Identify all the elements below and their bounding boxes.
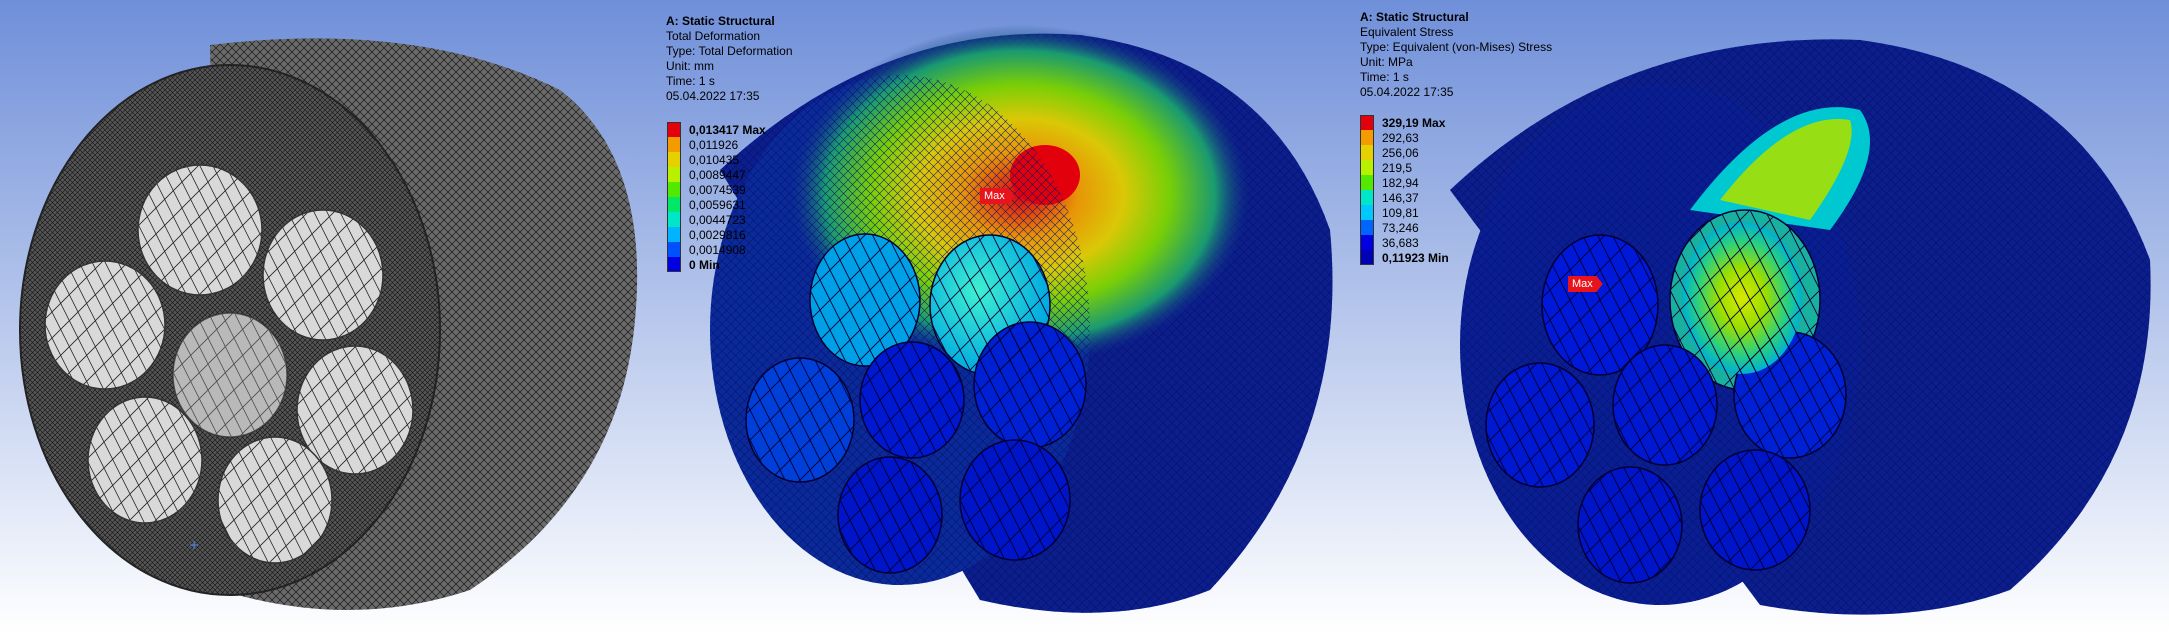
legend-swatch [1360,205,1374,220]
stress-view-panel[interactable]: A: Static Structural Equivalent Stress T… [1360,0,2169,633]
legend-label: 0 Min [689,258,720,272]
max-flag-icon[interactable]: Max [980,188,1015,204]
stress-unit: Unit: MPa [1360,55,1413,69]
stress-info: A: Static Structural Equivalent Stress T… [1360,10,1552,100]
legend-swatch [667,242,681,257]
legend-swatch [667,227,681,242]
deformation-unit: Unit: mm [666,59,714,73]
legend-label: 292,63 [1382,131,1419,145]
legend-swatch [1360,130,1374,145]
legend-swatch [667,122,681,137]
legend-swatch [1360,115,1374,130]
deformation-info: A: Static Structural Total Deformation T… [666,14,793,104]
legend-label: 0,010435 [689,153,740,167]
max-flag-icon[interactable]: Max [1568,276,1603,292]
legend-label: 0,0059631 [689,198,746,212]
legend-swatch [1360,175,1374,190]
legend-label: 0,0014908 [689,243,746,257]
legend-swatch [1360,250,1374,265]
stress-title: A: Static Structural [1360,10,1469,24]
legend-label: 0,0089447 [689,168,746,182]
legend-label: 0,011926 [689,138,739,152]
meshed-cylinder-icon [19,38,638,611]
legend-swatch [667,137,681,152]
legend-label: 182,94 [1382,176,1419,190]
legend-swatch [1360,160,1374,175]
stress-result: Equivalent Stress [1360,25,1454,39]
legend-label: 0,013417 Max [689,123,766,137]
legend-label: 109,81 [1382,206,1419,220]
deformation-date: 05.04.2022 17:35 [666,89,760,103]
stress-type: Type: Equivalent (von-Mises) Stress [1360,40,1553,54]
legend-label: 0,0029816 [689,228,746,242]
legend-label: 36,683 [1382,236,1419,250]
legend-swatch [1360,190,1374,205]
legend-swatch [667,167,681,182]
deformation-result: Total Deformation [666,29,761,43]
deformation-title: A: Static Structural [666,14,775,28]
deformation-time: Time: 1 s [666,74,715,88]
stress-time: Time: 1 s [1360,70,1409,84]
legend-swatch [667,182,681,197]
deformation-type: Type: Total Deformation [666,44,793,58]
stress-date: 05.04.2022 17:35 [1360,85,1454,99]
legend-swatch [667,212,681,227]
legend-label: 73,246 [1382,221,1419,235]
legend-label: 329,19 Max [1382,116,1446,130]
legend-swatch [667,152,681,167]
mesh-view-panel[interactable] [0,0,650,633]
legend-label: 0,11923 Min [1382,251,1449,265]
legend-label: 146,37 [1382,191,1419,205]
legend-label: 0,0074539 [689,183,746,197]
deformation-view-panel[interactable]: A: Static Structural Total Deformation T… [650,0,1360,633]
legend-label: 0,0044723 [689,213,746,227]
legend-swatch [1360,235,1374,250]
legend-label: 256,06 [1382,146,1419,160]
legend-swatch [1360,145,1374,160]
legend-swatch [667,257,681,272]
legend-swatch [667,197,681,212]
legend-swatch [1360,220,1374,235]
legend-label: 219,5 [1382,161,1413,175]
